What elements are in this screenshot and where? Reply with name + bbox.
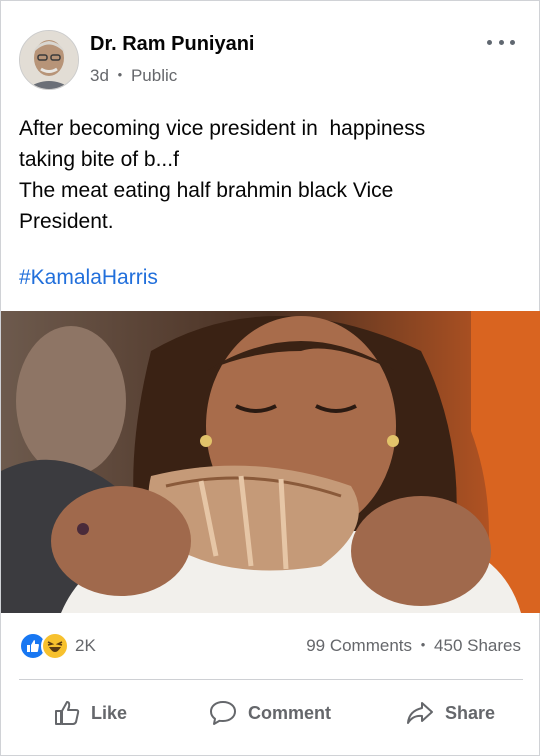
engagement-stats: 99 Comments • 450 Shares [306,636,521,656]
comment-button[interactable]: Comment [208,691,331,735]
post-text-line: The meat eating half brahmin black Vice [19,179,394,202]
post-meta: 3d • Public [90,66,177,86]
post-text: After becoming vice president in happine… [19,113,519,237]
post-card: Dr. Ram Puniyani 3d • Public After becom… [0,0,540,756]
like-button[interactable]: Like [53,691,127,735]
post-photo-image [1,311,540,613]
avatar-photo [20,31,78,89]
share-button[interactable]: Share [405,691,495,735]
haha-reaction-icon [41,632,69,660]
comment-label: Comment [248,702,332,723]
share-label: Share [445,702,496,723]
post-header: Dr. Ram Puniyani 3d • Public [1,1,540,101]
action-bar: Like Comment Share [1,691,540,735]
divider [19,679,523,680]
share-arrow-icon [407,702,433,724]
thumbs-up-icon [55,701,80,725]
more-options-icon[interactable] [487,31,515,53]
meta-separator: • [117,67,123,82]
post-text-line: President. [19,210,114,233]
post-text-line: taking bite of b...f [19,148,179,171]
shares-count[interactable]: 450 Shares [434,636,521,655]
post-photo[interactable] [1,311,540,613]
comments-count[interactable]: 99 Comments [306,636,412,655]
stats-separator: • [420,637,426,652]
audience-label: Public [130,66,178,85]
comment-bubble-icon [210,701,236,725]
reaction-summary[interactable]: 2K [19,632,96,660]
post-text-line: After becoming vice president in happine… [19,117,426,140]
author-name[interactable]: Dr. Ram Puniyani [90,33,255,56]
post-time[interactable]: 3d [90,66,109,85]
hashtag-link[interactable]: #KamalaHarris [19,266,158,290]
like-label: Like [91,702,128,723]
reaction-count[interactable]: 2K [75,636,96,656]
avatar[interactable] [19,30,79,90]
